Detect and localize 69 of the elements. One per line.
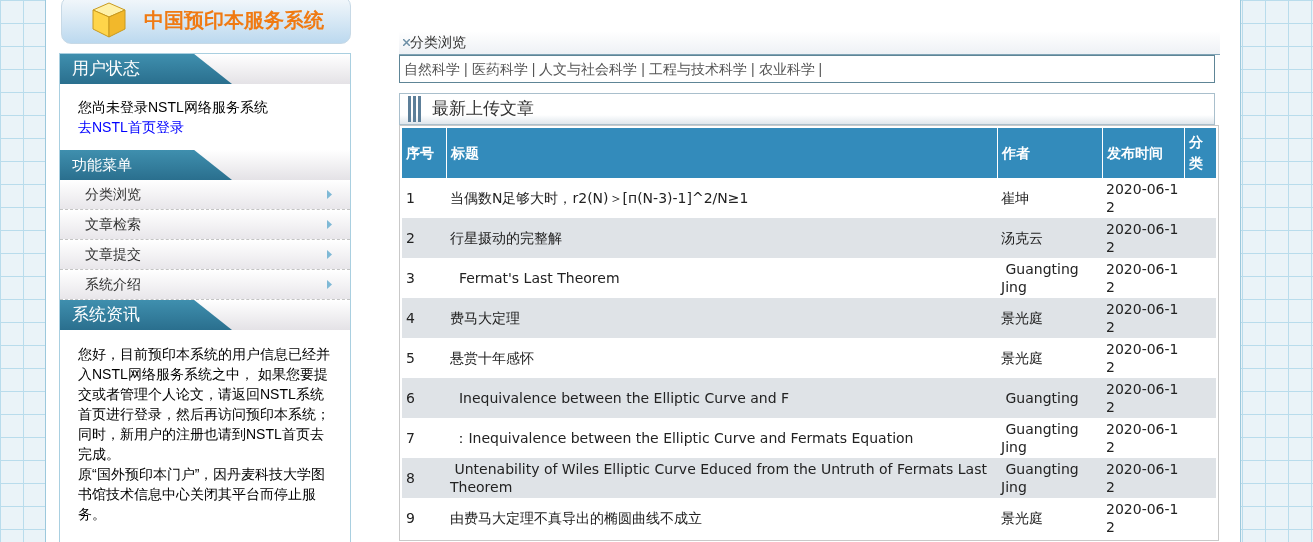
- table-cell: ：Inequivalence between the Elliptic Curve and Fermats Equation: [446, 418, 997, 458]
- table-cell: 当偶数N足够大时，r2(N)＞[п(N-3)-1]^2/N≥1: [446, 178, 997, 218]
- category-link[interactable]: 工程与技术科学: [648, 58, 747, 80]
- table-cell: Fermat's Last Theorem: [446, 258, 997, 298]
- table-cell: 景光庭: [997, 298, 1102, 338]
- section-title: 用户状态: [71, 58, 140, 81]
- separator-text: |: [641, 59, 645, 79]
- table-cell: 汤克云: [997, 218, 1102, 258]
- site-title: 中国预印本服务系统: [144, 8, 324, 33]
- column-header: 作者: [997, 128, 1102, 178]
- section-title: 功能菜单: [71, 154, 132, 175]
- table-cell: 由费马大定理不真导出的椭圆曲线不成立: [446, 498, 997, 538]
- table-cell: 9: [402, 498, 446, 538]
- table-cell: 6: [402, 378, 446, 418]
- table-cell: 2020-06-12: [1102, 258, 1184, 298]
- table-cell: 2020-06-12: [1102, 498, 1184, 538]
- table-cell: 2020-06-12: [1102, 218, 1184, 258]
- table-cell: 5: [402, 338, 446, 378]
- table-cell: 2020-06-12: [1102, 338, 1184, 378]
- table-cell: 行星摄动的完整解: [446, 218, 997, 258]
- bars-icon: [408, 96, 422, 122]
- category-link[interactable]: 医药科学: [471, 58, 528, 80]
- column-header: 发布时间: [1102, 128, 1184, 178]
- table-cell: 4: [402, 298, 446, 338]
- chevron-right-icon: [327, 190, 332, 199]
- separator-text: |: [750, 59, 755, 79]
- table-cell: 7: [402, 418, 446, 458]
- table-cell: 2020-06-12: [1102, 298, 1184, 338]
- table-cell: 2020-06-12: [1102, 458, 1184, 498]
- table-cell: 2020-06-12: [1102, 178, 1184, 218]
- category-link[interactable]: 农业科学: [758, 58, 815, 80]
- separator-text: |: [531, 59, 536, 79]
- chevron-right-icon: [327, 220, 332, 229]
- chevron-right-icon: [327, 250, 332, 259]
- table-cell: Guangting Jing: [997, 418, 1102, 458]
- table-cell: 3: [402, 258, 446, 298]
- column-header: 标题: [446, 128, 997, 178]
- cube-icon: [90, 1, 128, 39]
- news-paragraph: 原“国外预印本门户”，因丹麦科技大学图书馆技术信息中心关闭其平台而停止服务。: [78, 465, 327, 524]
- table-cell: Guangting Jing: [997, 458, 1102, 498]
- category-link[interactable]: 人文与社会科学: [539, 58, 638, 80]
- column-header: 分类: [1184, 128, 1216, 178]
- table-cell: 2020-06-12: [1102, 418, 1184, 458]
- table-cell: 2: [402, 218, 446, 258]
- login-status-text: 您尚未登录NSTL网络服务系统: [78, 98, 269, 117]
- column-header: 序号: [402, 128, 446, 178]
- category-link[interactable]: 自然科学: [404, 58, 460, 80]
- login-link[interactable]: 去NSTL首页登录: [78, 119, 184, 135]
- table-cell: Untenability of Wiles Elliptic Curve Educed from the Untruth of Fermats Last Theorem: [446, 458, 997, 498]
- table-cell: Inequivalence between the Elliptic Curve and F: [446, 378, 997, 418]
- table-cell: 景光庭: [997, 338, 1102, 378]
- section-title: 最新上传文章: [432, 98, 534, 121]
- section-title: 系统资讯: [71, 304, 140, 327]
- table-cell: Guangting Jing: [997, 258, 1102, 298]
- news-paragraph: 您好，目前预印本系统的用户信息已经并入NSTL网络服务系统之中， 如果您要提交或者管理个人论文，请返回NSTL系统首页进行登录，然后再访问预印本系统；: [78, 345, 331, 424]
- table-cell: 崔坤: [997, 178, 1102, 218]
- separator-text: |: [464, 59, 468, 79]
- table-cell: Guangting: [997, 378, 1102, 418]
- table-cell: 1: [402, 178, 446, 218]
- table-cell: 景光庭: [997, 498, 1102, 538]
- table-cell: 费马大定理: [446, 298, 997, 338]
- chevron-right-icon: [327, 280, 332, 289]
- table-cell: 8: [402, 458, 446, 498]
- cross-icon: [403, 39, 410, 46]
- table-cell: 2020-06-12: [1102, 378, 1184, 418]
- breadcrumb: 分类浏览: [410, 33, 466, 52]
- separator-text: |: [818, 59, 823, 79]
- news-paragraph: 同时，新用户的注册也请到NSTL首页去完成。: [78, 425, 325, 464]
- table-cell: 悬赏十年感怀: [446, 338, 997, 378]
